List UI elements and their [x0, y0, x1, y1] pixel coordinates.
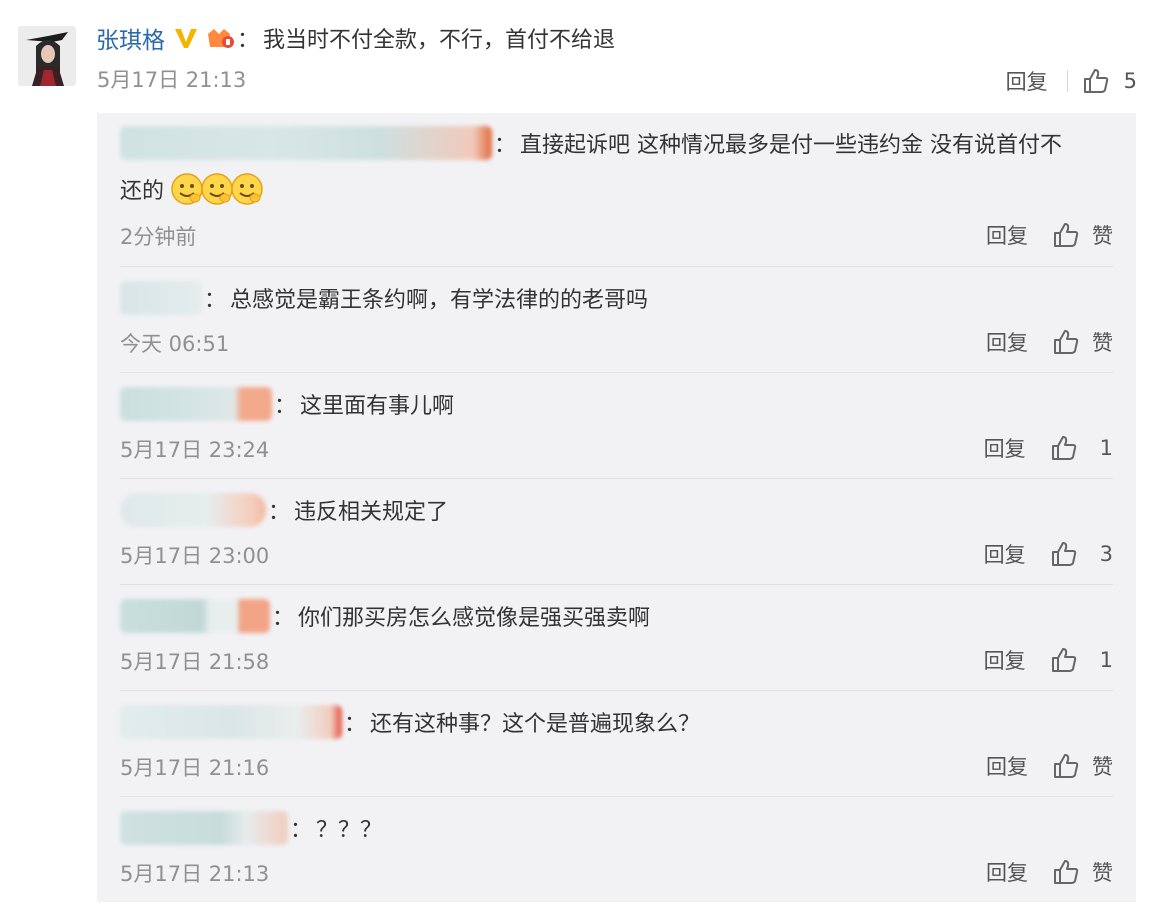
vip-badge-icon: [205, 25, 235, 51]
reply-button[interactable]: 回复: [986, 751, 1028, 781]
reply-time: 5月17日 21:13: [120, 862, 270, 886]
thumbs-up-icon: [1051, 542, 1076, 566]
colon: ：: [290, 818, 313, 843]
like-label: 赞: [1092, 861, 1113, 885]
like-count: 3: [1099, 542, 1113, 566]
main-comment: 张琪格 ： 我当时不付全款，不行，首付不给退 5月17日 21:13 回复 5: [0, 0, 1164, 110]
blurred-username[interactable]: [120, 281, 202, 315]
username[interactable]: 张琪格: [96, 21, 165, 55]
reply-text: 总感觉是霸王条约啊，有学法律的的老哥吗: [230, 288, 649, 313]
reply-button[interactable]: 回复: [986, 220, 1028, 250]
like-button[interactable]: 1: [1050, 434, 1113, 462]
like-button[interactable]: 赞: [1052, 857, 1113, 887]
reply-item: ： 这里面有事儿啊 5月17日 23:24 回复 1: [120, 372, 1113, 479]
reply-text: 还有这种事？这个是普遍现象么？: [370, 712, 701, 737]
reply-item: ： 违反相关规定了 5月17日 23:00 回复 3: [120, 478, 1113, 585]
reply-button[interactable]: 回复: [984, 645, 1026, 675]
reply-time: 5月17日 21:58: [120, 650, 270, 674]
colon: ：: [274, 394, 297, 419]
comment-text: 我当时不付全款，不行，首付不给退: [263, 28, 616, 53]
avatar[interactable]: [18, 26, 76, 86]
like-count: 5: [1123, 69, 1137, 93]
reply-time: 5月17日 23:00: [120, 544, 270, 568]
like-button[interactable]: 赞: [1052, 751, 1113, 781]
reply-item: ： 还有这种事？这个是普遍现象么？ 5月17日 21:16 回复 赞: [120, 690, 1113, 797]
like-label: 赞: [1092, 755, 1113, 779]
comment-actions: 回复 5: [1006, 62, 1137, 100]
reply-text-continued: 还的: [120, 179, 165, 204]
blurred-username[interactable]: [120, 599, 270, 633]
like-label: 赞: [1092, 224, 1113, 248]
thumbs-up-icon: [1054, 223, 1079, 247]
reply-time: 5月17日 21:16: [120, 756, 270, 780]
colon: ：: [268, 500, 291, 525]
colon: ：: [344, 712, 367, 737]
colon: ：: [272, 606, 295, 631]
reply-item: ： 直接起诉吧 这种情况最多是付一些违约金 没有说首付不 还的 2分钟前 回复 …: [120, 113, 1113, 267]
blurred-username[interactable]: [120, 387, 272, 421]
like-button[interactable]: 5: [1082, 67, 1137, 95]
verified-icon: [173, 25, 199, 51]
reply-item: ： 总感觉是霸王条约啊，有学法律的的老哥吗 今天 06:51 回复 赞: [120, 266, 1113, 373]
emoji-icon: [231, 173, 263, 205]
reply-button[interactable]: 回复: [984, 433, 1026, 463]
blurred-username[interactable]: [120, 705, 342, 739]
blurred-username[interactable]: [120, 493, 266, 527]
blurred-username[interactable]: [120, 811, 288, 845]
like-count: 1: [1099, 436, 1113, 460]
thumbs-up-icon: [1054, 754, 1079, 778]
reply-time: 5月17日 23:24: [120, 438, 270, 462]
blurred-username[interactable]: [120, 126, 492, 160]
reply-item: ： 你们那买房怎么感觉像是强买强卖啊 5月17日 21:58 回复 1: [120, 584, 1113, 691]
colon: ：: [204, 288, 227, 313]
emoji-icon: [171, 173, 203, 205]
comment-thread: 张琪格 ： 我当时不付全款，不行，首付不给退 5月17日 21:13 回复 5 …: [0, 0, 1164, 914]
colon: ：: [237, 28, 260, 53]
reply-button[interactable]: 回复: [1006, 66, 1048, 96]
thumbs-up-icon: [1051, 436, 1076, 460]
action-divider: [1066, 70, 1068, 92]
reply-text: 违反相关规定了: [294, 500, 449, 525]
reply-text: 这里面有事儿啊: [300, 394, 455, 419]
reply-list: ： 直接起诉吧 这种情况最多是付一些违约金 没有说首付不 还的 2分钟前 回复 …: [97, 113, 1136, 902]
like-button[interactable]: 3: [1050, 540, 1113, 568]
thumbs-up-icon: [1054, 860, 1079, 884]
emoji-icon: [201, 173, 233, 205]
like-count: 1: [1099, 648, 1113, 672]
like-label: 赞: [1092, 331, 1113, 355]
thumbs-up-icon: [1051, 648, 1076, 672]
reply-button[interactable]: 回复: [986, 857, 1028, 887]
thumbs-up-icon: [1054, 330, 1079, 354]
like-button[interactable]: 1: [1050, 646, 1113, 674]
thumbs-up-icon: [1083, 69, 1108, 93]
reply-button[interactable]: 回复: [984, 539, 1026, 569]
reply-time: 2分钟前: [120, 225, 197, 249]
colon: ：: [494, 133, 517, 158]
comment-time: 5月17日 21:13: [97, 68, 247, 92]
reply-time: 今天 06:51: [120, 332, 230, 356]
reply-text: ？？？: [316, 818, 383, 843]
reply-text: 你们那买房怎么感觉像是强买强卖啊: [298, 606, 651, 631]
like-button[interactable]: 赞: [1052, 220, 1113, 250]
like-button[interactable]: 赞: [1052, 327, 1113, 357]
reply-text: 直接起诉吧 这种情况最多是付一些违约金 没有说首付不: [520, 133, 1063, 158]
reply-button[interactable]: 回复: [986, 327, 1028, 357]
reply-item: ： ？？？ 5月17日 21:13 回复 赞: [120, 796, 1113, 902]
